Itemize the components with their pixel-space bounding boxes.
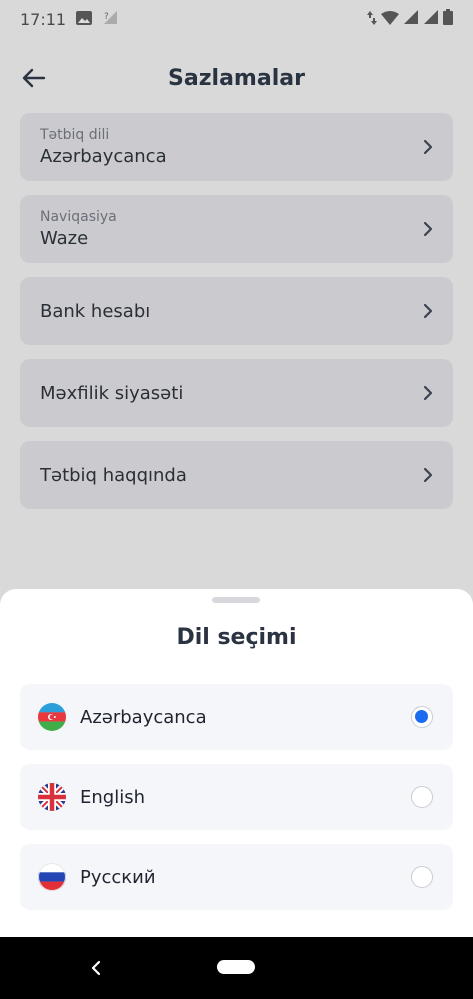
language-bottom-sheet: Dil seçimi Azərbaycanca English Русский [0,589,473,937]
settings-item-privacy-policy[interactable]: Məxfilik siyasəti [20,359,453,427]
sheet-title: Dil seçimi [176,625,297,650]
chevron-right-icon [423,467,433,483]
language-option-label: Русский [80,866,156,888]
settings-item-value: Azərbaycanca [40,146,167,167]
settings-item-app-language[interactable]: Tətbiq dili Azərbaycanca [20,113,453,181]
signal-icon [403,9,419,29]
back-arrow-icon [22,68,46,88]
radio-unselected[interactable] [411,866,433,888]
settings-item-navigation[interactable]: Naviqasiya Waze [20,195,453,263]
no-signal-icon: ? [102,9,118,29]
radio-selected[interactable] [411,706,433,728]
status-time: 17:11 [20,9,67,29]
chevron-right-icon [423,303,433,319]
uk-flag-icon [38,783,66,811]
russia-flag-icon [38,863,66,891]
system-nav-bar [0,937,473,999]
chevron-right-icon [423,221,433,237]
signal-icon [423,9,439,29]
page-title: Sazlamalar [168,65,305,91]
language-option-english[interactable]: English [20,764,453,830]
settings-item-about-app[interactable]: Tətbiq haqqında [20,441,453,509]
settings-item-label: Tətbiq dili [40,127,110,143]
settings-item-bank-account[interactable]: Bank hesabı [20,277,453,345]
nav-back-icon[interactable] [86,957,106,979]
svg-text:?: ? [104,12,109,22]
settings-item-label: Naviqasiya [40,209,117,225]
language-option-label: Azərbaycanca [80,706,207,728]
language-option-azerbaijani[interactable]: Azərbaycanca [20,684,453,750]
app-bar: Sazlamalar [0,48,473,108]
language-option-label: English [80,786,145,808]
battery-icon [443,9,453,29]
settings-list: Tətbiq dili Azərbaycanca Naviqasiya Waze… [20,113,453,523]
language-option-russian[interactable]: Русский [20,844,453,910]
back-button[interactable] [16,62,52,94]
sheet-drag-handle[interactable] [212,597,260,603]
nav-home-pill[interactable] [217,960,255,974]
chevron-right-icon [423,385,433,401]
status-bar: 17:11 ? [0,0,473,38]
language-list: Azərbaycanca English Русский [20,684,453,924]
settings-item-value: Waze [40,228,89,249]
settings-item-label: Bank hesabı [40,300,151,322]
radio-unselected[interactable] [411,786,433,808]
chevron-right-icon [423,139,433,155]
wifi-icon [381,10,399,29]
azerbaijan-flag-icon [38,703,66,731]
settings-item-label: Məxfilik siyasəti [40,382,184,404]
data-arrows-icon [367,10,377,29]
image-icon [76,10,93,29]
settings-item-label: Tətbiq haqqında [40,464,187,486]
